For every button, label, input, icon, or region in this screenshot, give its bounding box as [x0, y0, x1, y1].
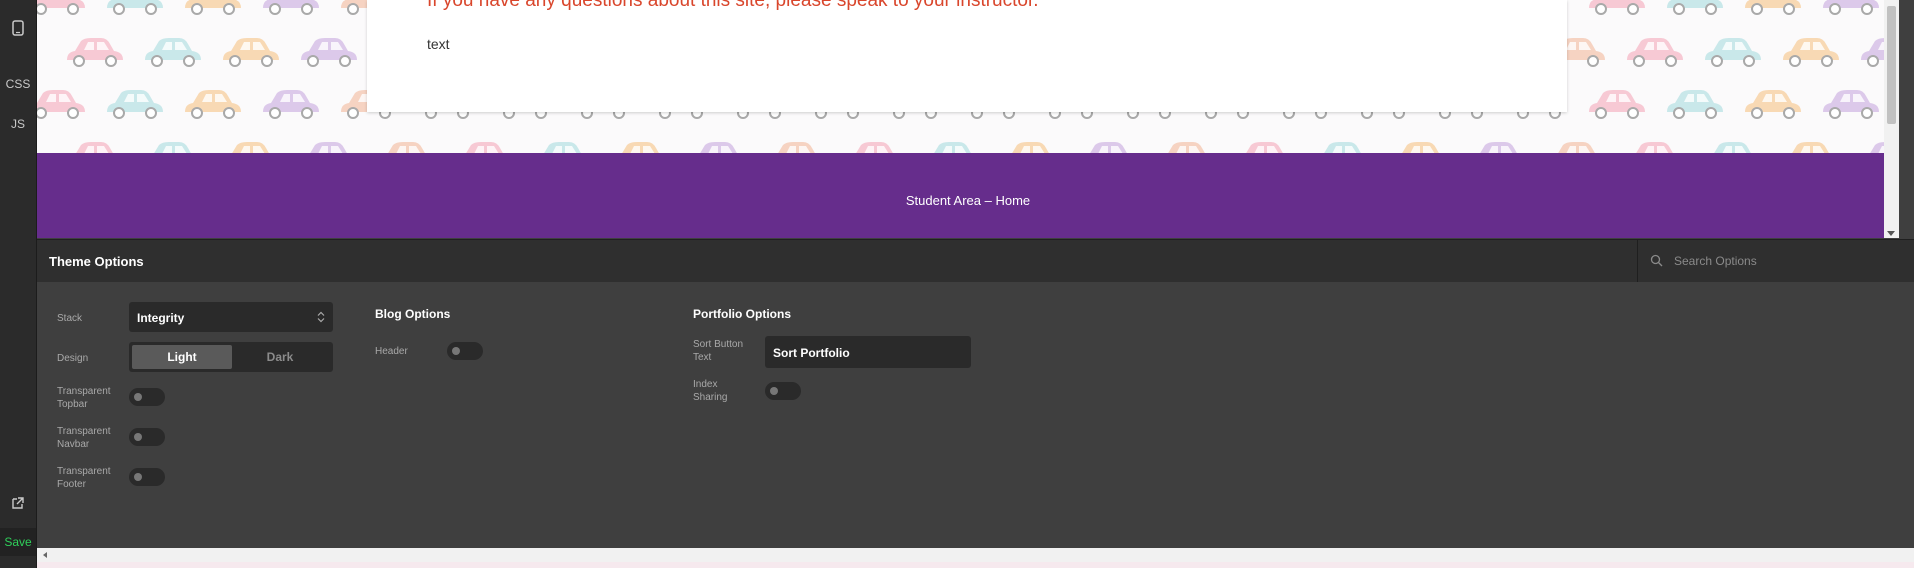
save-button[interactable]: Save	[0, 528, 36, 556]
stack-label: Stack	[57, 313, 83, 324]
options-panel: Stack Integrity Design Light Dark Transp…	[37, 282, 1914, 548]
design-dark-option[interactable]: Dark	[230, 345, 330, 369]
blog-options-heading: Blog Options	[375, 307, 451, 321]
external-link-icon[interactable]	[0, 496, 36, 513]
car-pattern-background: If you have any questions about this sit…	[37, 0, 1899, 153]
body-text: text	[427, 36, 450, 52]
search-input[interactable]: Search Options	[1637, 240, 1914, 282]
panel-title: Theme Options	[49, 254, 144, 269]
search-placeholder: Search Options	[1674, 254, 1757, 268]
instructor-message: If you have any questions about this sit…	[427, 0, 1039, 11]
transparent-footer-toggle[interactable]	[129, 468, 165, 486]
horizontal-scrollbar[interactable]	[37, 548, 1914, 562]
transparent-navbar-label: Transparent Navbar	[57, 426, 111, 450]
transparent-footer-label: Transparent Footer	[57, 466, 111, 490]
stack-select[interactable]: Integrity	[129, 302, 333, 332]
mobile-device-icon[interactable]	[0, 20, 36, 39]
transparent-navbar-toggle[interactable]	[129, 428, 165, 446]
scrollbar-thumb[interactable]	[1887, 6, 1896, 124]
design-label: Design	[57, 353, 89, 364]
portfolio-options-heading: Portfolio Options	[693, 307, 791, 321]
page-bottom-strip	[37, 562, 1914, 568]
index-sharing-toggle[interactable]	[765, 382, 801, 400]
theme-options-bar: Theme Options Search Options	[37, 239, 1914, 283]
design-toggle: Light Dark	[129, 342, 333, 372]
left-rail: CSS JS Save	[0, 0, 37, 568]
search-icon	[1650, 254, 1663, 267]
select-chevrons-icon	[317, 311, 325, 323]
blog-header-toggle[interactable]	[447, 342, 483, 360]
transparent-topbar-toggle[interactable]	[129, 388, 165, 406]
css-button[interactable]: CSS	[0, 77, 36, 91]
stack-value: Integrity	[137, 311, 185, 325]
site-footer: Student Area – Home	[37, 153, 1899, 238]
footer-home-link[interactable]: Student Area – Home	[37, 193, 1899, 208]
blog-header-label: Header	[375, 346, 408, 357]
design-light-option[interactable]: Light	[132, 345, 232, 369]
scroll-down-arrow-icon[interactable]	[1887, 231, 1895, 236]
sort-button-text-value: Sort Portfolio	[773, 346, 850, 360]
sort-button-text-field[interactable]: Sort Portfolio	[765, 336, 971, 368]
content-card: If you have any questions about this sit…	[367, 0, 1567, 112]
js-button[interactable]: JS	[0, 117, 36, 131]
sort-button-text-label: Sort Button Text	[693, 339, 744, 363]
transparent-topbar-label: Transparent Topbar	[57, 386, 111, 410]
scroll-left-arrow-icon[interactable]	[43, 552, 47, 558]
site-preview: If you have any questions about this sit…	[37, 0, 1899, 238]
index-sharing-label: Index Sharing	[693, 379, 728, 403]
preview-scrollbar[interactable]	[1884, 0, 1899, 238]
